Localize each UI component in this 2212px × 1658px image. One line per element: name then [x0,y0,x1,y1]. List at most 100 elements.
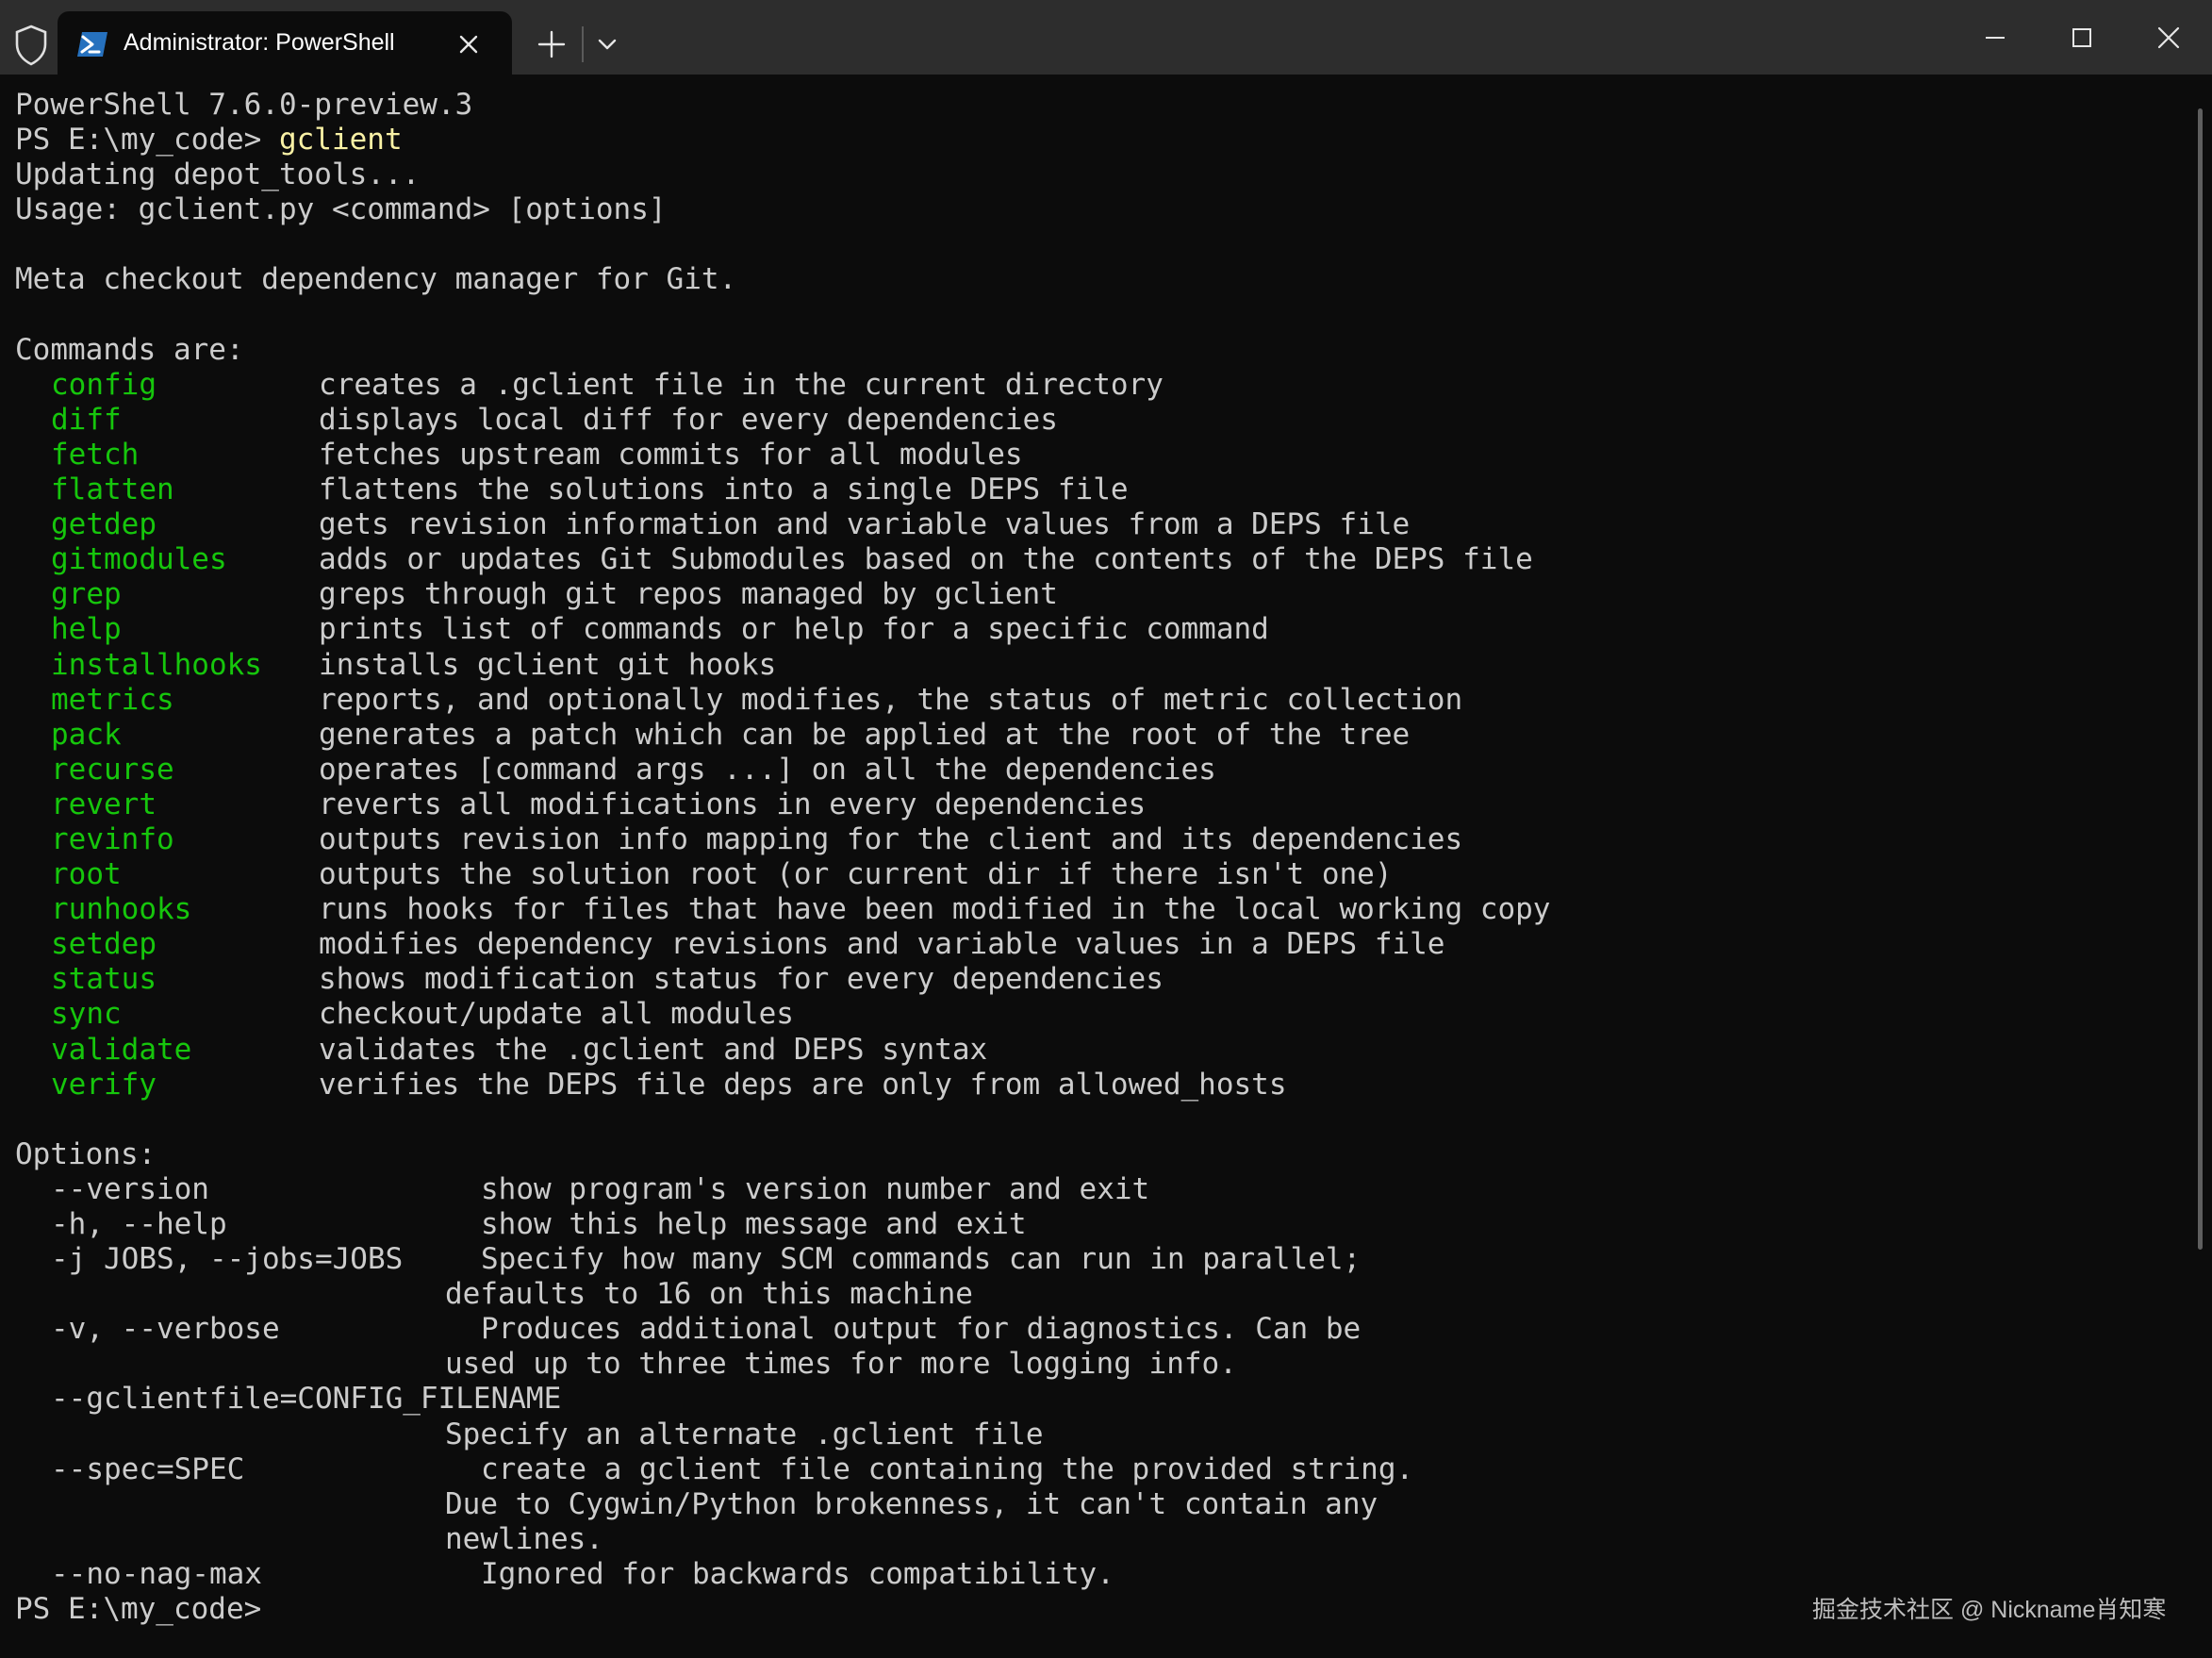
title-bar: Administrator: PowerShell [0,0,2212,75]
command-name: config [51,367,157,402]
command-name: status [51,962,157,997]
command-name: validate [51,1032,192,1067]
command-row: revinfo outputs revision info mapping for… [15,822,1550,857]
option-row: Due to Cygwin/Python brokenness, it can'… [15,1487,1550,1522]
command-row: sync checkout/update all modules [15,997,1550,1032]
command-row: validate validates the .gclient and DEPS … [15,1033,1550,1068]
command-row: getdep gets revision information and vari… [15,507,1550,542]
tab-powershell[interactable]: Administrator: PowerShell [58,11,512,75]
prompt-line: PS E:\my_code> gclient [15,123,1550,158]
prompt-text: PS E:\my_code> [15,123,279,158]
version-line: PowerShell 7.6.0-preview.3 [15,88,473,122]
option-description: Due to Cygwin/Python brokenness, it can'… [445,1486,1378,1521]
option-description: used up to three times for more logging … [445,1347,1237,1382]
command-description: operates [command args ...] on all the d… [319,752,1216,787]
option-flag: --no-nag-max [51,1556,262,1591]
command-description: reverts all modifications in every depen… [319,787,1147,821]
command-description: shows modification status for every depe… [319,962,1164,997]
command-row: grep greps through git repos managed by g… [15,577,1550,612]
new-tab-plus-icon[interactable] [536,28,568,60]
option-flag: --version [51,1171,209,1206]
option-row: -v, --verbose Produces additional output … [15,1312,1550,1347]
command-description: outputs revision info mapping for the cl… [319,821,1463,856]
terminal-output[interactable]: PowerShell 7.6.0-preview.3 PS E:\my_code… [0,75,2197,1658]
close-tab-icon[interactable] [456,32,481,57]
command-description: displays local diff for every dependenci… [319,402,1058,437]
option-row: Specify an alternate .gclient file [15,1418,1550,1452]
command-name: getdep [51,507,157,542]
command-row: diff displays local diff for every depend… [15,403,1550,438]
close-window-icon[interactable] [2154,23,2184,53]
commands-list: config creates a .gclient file in the cur… [15,368,1550,1103]
command-description: validates the .gclient and DEPS syntax [319,1032,988,1067]
command-name: verify [51,1067,157,1102]
command-name: revert [51,787,157,821]
chevron-down-icon[interactable] [596,36,619,55]
command-name: recurse [51,752,174,787]
powershell-icon [76,30,108,58]
option-flag: -j JOBS, --jobs=JOBS [51,1242,404,1277]
command-description: gets revision information and variable v… [319,507,1411,542]
options-list: --version show program's version number a… [15,1172,1550,1592]
command-name: fetch [51,437,140,472]
command-row: flatten flattens the solutions into a sin… [15,473,1550,507]
option-description: newlines. [445,1521,603,1556]
command-row: root outputs the solution root (or curren… [15,857,1550,892]
option-row: --version show program's version number a… [15,1172,1550,1207]
command-description: greps through git repos managed by gclie… [319,577,1058,612]
command-description: prints list of commands or help for a sp… [319,612,1269,647]
command-row: verify verifies the DEPS file deps are on… [15,1068,1550,1103]
command-description: reports, and optionally modifies, the st… [319,682,1463,717]
command-name: sync [51,997,122,1032]
command-name: root [51,857,122,892]
command-row: config creates a .gclient file in the cur… [15,368,1550,403]
command-name: flatten [51,473,174,507]
option-flag: -h, --help [51,1207,227,1241]
usage-line: Usage: gclient.py <command> [options] [15,192,667,227]
command-description: adds or updates Git Submodules based on … [319,542,1533,577]
option-row: --spec=SPEC create a gclient file contain… [15,1452,1550,1487]
commands-header: Commands are: [15,332,244,367]
final-prompt: PS E:\my_code> [15,1592,262,1627]
description-line: Meta checkout dependency manager for Git… [15,262,737,297]
option-row: --no-nag-max Ignored for backwards compat… [15,1557,1550,1592]
command-name: setdep [51,927,157,962]
command-description: flattens the solutions into a single DEP… [319,473,1129,507]
option-description: Ignored for backwards compatibility. [481,1556,1114,1591]
tab-separator [582,26,584,62]
watermark-text: 掘金技术社区 @ Nickname肖知寒 [1812,1597,2167,1623]
maximize-icon[interactable] [2067,23,2097,53]
command-name: gitmodules [51,542,227,577]
command-row: help prints list of commands or help for … [15,612,1550,647]
command-description: modifies dependency revisions and variab… [319,927,1445,962]
option-row: newlines. [15,1522,1550,1557]
command-name: help [51,612,122,647]
minimize-icon[interactable] [1980,23,2010,53]
option-flag: --spec=SPEC [51,1451,245,1486]
command-description: installs gclient git hooks [319,647,777,682]
options-header: Options: [15,1136,157,1171]
updating-line: Updating depot_tools... [15,158,421,192]
command-description: outputs the solution root (or current di… [319,857,1393,892]
command-description: generates a patch which can be applied a… [319,717,1411,752]
command-row: gitmodules adds or updates Git Submodules… [15,542,1550,577]
option-flag: --gclientfile=CONFIG_FILENAME [51,1382,562,1417]
command-row: pack generates a patch which can be appli… [15,718,1550,753]
option-description: show this help message and exit [481,1207,1027,1241]
command-description: runs hooks for files that have been modi… [319,892,1551,927]
command-row: revert reverts all modifications in every… [15,788,1550,822]
command-row: fetch fetches upstream commits for all mo… [15,438,1550,473]
option-flag: -v, --verbose [51,1312,280,1347]
command-description: fetches upstream commits for all modules [319,437,1023,472]
terminal-lines: PowerShell 7.6.0-preview.3 PS E:\my_code… [15,88,1550,1627]
scrollbar-thumb[interactable] [2198,108,2203,1250]
command-name: runhooks [51,892,192,927]
command-name: installhooks [51,647,262,682]
command-description: checkout/update all modules [319,997,794,1032]
option-description: Produces additional output for diagnosti… [481,1312,1362,1347]
command-description: creates a .gclient file in the current d… [319,367,1164,402]
option-description: Specify how many SCM commands can run in… [481,1242,1362,1277]
option-row: -h, --help show this help message and exi… [15,1207,1550,1242]
